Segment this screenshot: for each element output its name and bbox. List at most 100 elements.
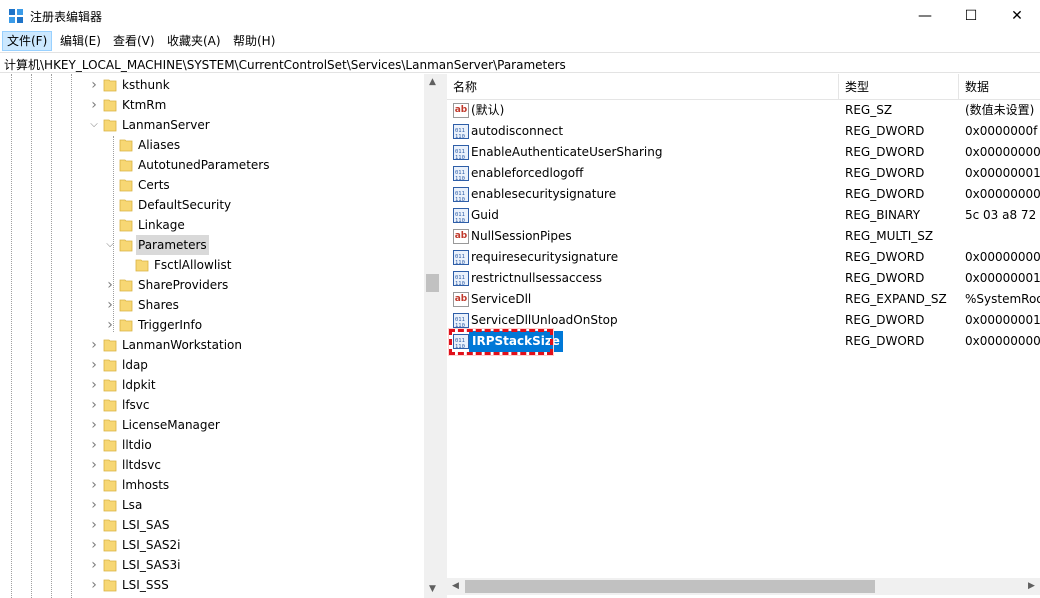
chevron-right-icon[interactable]: › [104,295,116,315]
tree-item[interactable]: › LicenseManager [0,415,424,435]
tree-item-label: Linkage [138,218,185,232]
value-type: REG_BINARY [845,208,921,222]
close-button[interactable]: ✕ [994,0,1040,31]
tree-item[interactable]: › ksthunk [0,75,424,95]
tree-item[interactable]: › lfsvc [0,395,424,415]
value-row[interactable]: 011 110 requiresecuritysignature REG_DWORD 0… [447,247,1040,268]
tree-item[interactable]: ⌵ LanmanServer [0,115,424,135]
scroll-up-icon[interactable]: ▲ [424,74,441,91]
tree-item[interactable]: › ldpkit [0,375,424,395]
column-header-name[interactable]: 名称 [447,74,839,100]
tree-item[interactable]: FsctlAllowlist [0,255,424,275]
value-name: requiresecuritysignature [471,250,619,264]
tree-item-label: lltdsvc [122,458,161,472]
chevron-right-icon[interactable]: › [88,335,100,355]
chevron-right-icon[interactable]: › [104,275,116,295]
folder-icon [103,119,117,132]
tree-item-label: ShareProviders [138,278,229,292]
tree-item-label: Lsa [122,498,143,512]
chevron-right-icon[interactable]: › [104,315,116,335]
value-row[interactable]: 011 110 restrictnullsessaccess REG_DWORD 0x0… [447,268,1040,289]
tree-item[interactable]: › KtmRm [0,95,424,115]
tree-item[interactable]: DefaultSecurity [0,195,424,215]
scrollbar-thumb[interactable] [465,580,875,593]
chevron-right-icon[interactable]: › [88,495,100,515]
chevron-down-icon[interactable]: ⌵ [104,235,116,255]
chevron-right-icon[interactable]: › [88,455,100,475]
folder-icon [119,179,133,192]
minimize-button[interactable]: — [902,0,948,31]
tree-item-label: ksthunk [122,78,170,92]
chevron-right-icon[interactable]: › [88,395,100,415]
value-row[interactable]: 011 110 autodisconnect REG_DWORD 0x0000000f … [447,121,1040,142]
menu-favorites[interactable]: 收藏夹(A) [163,31,225,51]
column-header-type[interactable]: 类型 [839,74,959,100]
menu-edit[interactable]: 编辑(E) [56,31,105,51]
tree-item-label: Aliases [138,138,181,152]
menu-help[interactable]: 帮助(H) [229,31,279,51]
tree-item[interactable]: › LSI_SAS [0,515,424,535]
menu-view[interactable]: 查看(V) [109,31,159,51]
chevron-right-icon[interactable]: › [88,415,100,435]
scrollbar-thumb[interactable] [426,274,439,292]
tree-item[interactable]: ⌵ Parameters [0,235,424,255]
tree-item[interactable]: › LanmanWorkstation [0,335,424,355]
chevron-right-icon[interactable]: › [88,355,100,375]
value-row[interactable]: 011 110 enableforcedlogoff REG_DWORD 0x00000… [447,163,1040,184]
value-row[interactable]: 011 110 Guid REG_BINARY 5c 03 a8 72 [447,205,1040,226]
value-row[interactable]: ab (默认) REG_SZ (数值未设置) [447,100,1040,121]
value-row[interactable]: 011 110 EnableAuthenticateUserSharing REG_D… [447,142,1040,163]
chevron-right-icon[interactable]: › [88,575,100,595]
address-path[interactable]: 计算机\HKEY_LOCAL_MACHINE\SYSTEM\CurrentCon… [4,56,566,73]
tree-item[interactable]: Certs [0,175,424,195]
chevron-right-icon[interactable]: › [88,435,100,455]
column-header-data[interactable]: 数据 [959,74,1040,100]
chevron-right-icon[interactable]: › [88,95,100,115]
address-bar[interactable]: 计算机\HKEY_LOCAL_MACHINE\SYSTEM\CurrentCon… [0,52,1040,73]
tree-item[interactable]: › lltdio [0,435,424,455]
value-row[interactable]: ab NullSessionPipes REG_MULTI_SZ [447,226,1040,247]
scroll-down-icon[interactable]: ▼ [424,581,441,598]
value-data: (数值未设置) [965,103,1035,117]
chevron-right-icon[interactable]: › [88,555,100,575]
value-name: NullSessionPipes [471,229,572,243]
tree-item[interactable]: › LSI_SSS [0,575,424,595]
folder-icon [119,159,133,172]
tree-item-label: LSI_SSS [122,578,169,592]
value-type: REG_DWORD [845,334,925,348]
folder-icon [103,539,117,552]
svg-text:110: 110 [455,323,465,328]
tree-item[interactable]: Linkage [0,215,424,235]
menu-file[interactable]: 文件(F) [2,31,53,51]
scroll-right-icon[interactable]: ▶ [1023,578,1040,595]
chevron-right-icon[interactable]: › [88,375,100,395]
tree-item[interactable]: › ShareProviders [0,275,424,295]
folder-icon [103,499,117,512]
tree-item[interactable]: › LSI_SAS2i [0,535,424,555]
tree-vertical-scrollbar[interactable]: ▲ ▼ [424,74,441,598]
tree-item[interactable]: › LSI_SAS3i [0,555,424,575]
tree-item[interactable]: › Lsa [0,495,424,515]
chevron-right-icon[interactable]: › [88,515,100,535]
maximize-button[interactable]: ☐ [948,0,994,31]
tree-item[interactable]: Aliases [0,135,424,155]
list-horizontal-scrollbar[interactable]: ◀ ▶ [447,578,1040,595]
tree-item[interactable]: AutotunedParameters [0,155,424,175]
tree-item[interactable]: › TriggerInfo [0,315,424,335]
value-row[interactable]: 011 110 ServiceDllUnloadOnStop REG_DWORD 0x0… [447,310,1040,331]
binary-value-icon: 011 110 [453,250,469,266]
chevron-right-icon[interactable]: › [88,475,100,495]
svg-text:110: 110 [455,260,465,265]
chevron-right-icon[interactable]: › [88,535,100,555]
tree-item[interactable]: › Shares [0,295,424,315]
chevron-down-icon[interactable]: ⌵ [88,115,100,135]
tree-item[interactable]: › lltdsvc [0,455,424,475]
value-row[interactable]: ab ServiceDll REG_EXPAND_SZ %SystemRoo [447,289,1040,310]
chevron-right-icon[interactable]: › [88,75,100,95]
binary-value-icon: 011 110 [453,313,469,329]
scroll-left-icon[interactable]: ◀ [447,578,464,595]
value-type: REG_EXPAND_SZ [845,292,947,306]
value-row[interactable]: 011 110 enablesecuritysignature REG_DWORD 0x… [447,184,1040,205]
tree-item[interactable]: › lmhosts [0,475,424,495]
tree-item[interactable]: › ldap [0,355,424,375]
